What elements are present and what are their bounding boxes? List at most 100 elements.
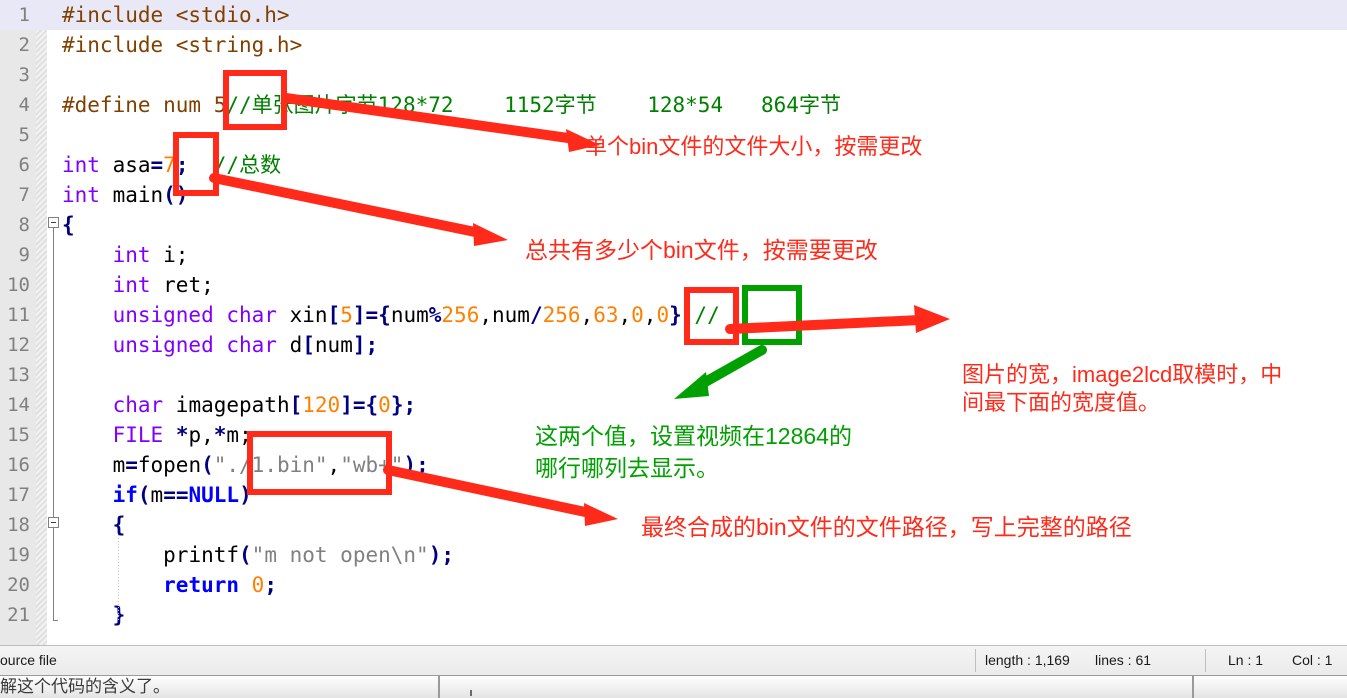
code-token: FILE [112, 423, 164, 447]
status-bar: ource file length : 1,169 lines : 61 Ln … [0, 645, 1347, 676]
code-line[interactable]: 13 [0, 360, 1347, 390]
code-line[interactable]: 3 [0, 60, 1347, 90]
fold-marker-line-8[interactable] [48, 217, 59, 228]
code-line[interactable]: 12 unsigned char d[num]; [0, 330, 1347, 360]
code-token: imagepath [163, 393, 290, 417]
code-token: ; [403, 393, 417, 417]
code-token: ( [201, 453, 214, 477]
code-line[interactable]: 1 #include <stdio.h> [0, 0, 1347, 30]
code-token: 0 [378, 393, 391, 417]
line-number: 6 [18, 154, 30, 176]
line-number: 9 [18, 244, 30, 266]
code-token: , [643, 303, 657, 327]
code-line[interactable]: 15 FILE *p,*m; [0, 420, 1347, 450]
code-token: } [390, 393, 404, 417]
code-token: ( [137, 483, 151, 507]
code-token: 256 [441, 303, 480, 327]
code-text: int main() [62, 180, 188, 210]
code-text: { [62, 510, 126, 540]
code-token: , [479, 303, 492, 327]
code-token: return [163, 573, 240, 597]
line-number: 19 [7, 544, 30, 566]
code-token: //单张图片字节128*72 1152字节 128*54 864字节 [226, 93, 841, 117]
code-token: #include <stdio.h> [62, 3, 290, 27]
code-token: = [125, 453, 138, 477]
line-number: 18 [7, 514, 30, 536]
code-text: m=fopen("./1.bin","wb+"); [62, 450, 429, 480]
code-token: ret; [150, 273, 214, 297]
code-token: } [669, 303, 682, 327]
code-token: ] [352, 333, 366, 357]
status-col: Col : 1 [1292, 652, 1333, 668]
code-token: "wb+" [340, 453, 404, 477]
bottom-panel-divider-1[interactable] [438, 676, 440, 698]
bottom-clipped-text: 解这个代码的含义了。 [0, 677, 170, 696]
code-token: p, [188, 423, 214, 447]
bottom-panel-divider-2[interactable] [1192, 676, 1194, 698]
code-token: //总数 [213, 153, 282, 177]
code-line[interactable]: 7 int main() [0, 180, 1347, 210]
code-line[interactable]: 5 [0, 120, 1347, 150]
code-token: int [62, 183, 100, 207]
code-token: num [492, 303, 530, 327]
code-line[interactable]: 10 int ret; [0, 270, 1347, 300]
line-number: 4 [18, 94, 30, 116]
status-ln: Ln : 1 [1228, 652, 1264, 668]
code-token: { [62, 213, 75, 237]
code-token: ] [352, 303, 366, 327]
bottom-caret [470, 690, 472, 696]
code-token: * [175, 423, 189, 447]
fold-bracket-line-18 [53, 528, 54, 620]
code-line[interactable]: 16 m=fopen("./1.bin","wb+"); [0, 450, 1347, 480]
code-token: ) [403, 453, 417, 477]
code-line[interactable]: 8{ [0, 210, 1347, 240]
code-token: ; [681, 303, 695, 327]
code-text: if(m==NULL) [62, 480, 252, 510]
code-line[interactable]: 20 return 0; [0, 570, 1347, 600]
code-line[interactable]: 9 int i; [0, 240, 1347, 270]
code-line[interactable]: 21 } [0, 600, 1347, 630]
code-line[interactable]: 19 printf("m not open\n"); [0, 540, 1347, 570]
code-token: xin [276, 303, 328, 327]
line-number: 2 [18, 34, 30, 56]
code-line[interactable]: 17 if(m==NULL) [0, 480, 1347, 510]
code-token: num [390, 303, 429, 327]
code-token: 0 [251, 573, 265, 597]
code-token: unsigned char [112, 333, 277, 357]
code-line[interactable]: 11 unsigned char xin[5]={num%256,num/256… [0, 300, 1347, 330]
code-token: , [618, 303, 632, 327]
code-line[interactable]: 6 int asa=7; //总数 [0, 150, 1347, 180]
code-token: int [112, 273, 151, 297]
code-token: asa [99, 153, 151, 177]
code-token: == [163, 483, 189, 507]
code-line[interactable]: 18 { [0, 510, 1347, 540]
code-text: return 0; [62, 570, 277, 600]
code-token: "m not open\n" [251, 543, 429, 567]
line-number: 17 [7, 484, 30, 506]
code-editor[interactable]: 1 #include <stdio.h> 2 #include <string.h> 3… [0, 0, 1347, 645]
line-number: 1 [18, 4, 30, 26]
code-lines[interactable]: 1 #include <stdio.h> 2 #include <string.h> 3… [0, 0, 1347, 645]
line-number: 5 [18, 124, 30, 146]
code-text: } [62, 600, 126, 630]
code-token: ) [428, 543, 442, 567]
code-token: { [365, 393, 379, 417]
code-line[interactable]: 4 #define num 5//单张图片字节128*72 1152字节 128*… [0, 90, 1347, 120]
line-number: 15 [7, 424, 30, 446]
code-token: ; [416, 453, 429, 477]
fold-marker-line-18[interactable] [48, 517, 59, 528]
line-number: 10 [7, 274, 30, 296]
code-token: int [112, 243, 151, 267]
code-line[interactable]: 14 char imagepath[120]={0}; [0, 390, 1347, 420]
code-token: printf [163, 543, 240, 567]
code-line[interactable]: 2 #include <string.h> [0, 30, 1347, 60]
code-text: FILE *p,*m; [62, 420, 252, 450]
code-token: ) [239, 483, 252, 507]
code-token: #define num 5 [62, 93, 227, 117]
